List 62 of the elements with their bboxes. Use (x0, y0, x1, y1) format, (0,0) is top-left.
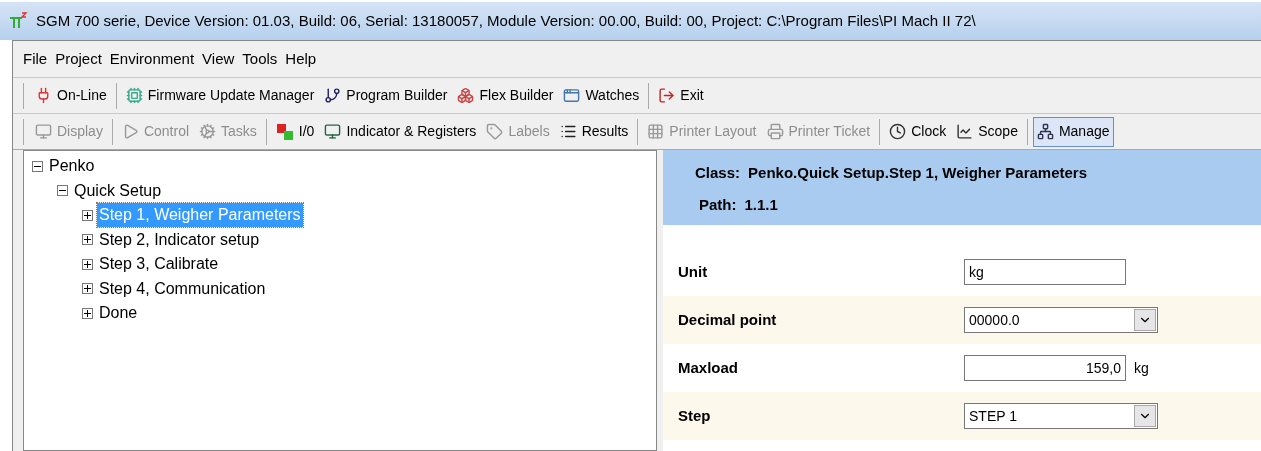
tree-item[interactable]: Step 4, Communication (97, 276, 268, 301)
tree-item[interactable]: Step 3, Calibrate (97, 252, 221, 277)
menu-item[interactable]: Project (55, 47, 102, 71)
collapse-icon[interactable] (32, 160, 43, 172)
window-title: SGM 700 serie, Device Version: 01.03, Build: 06, Serial: 13180057, Module Version: 00.00, Build: 00, Project: C:\Program Files\PI Mach II 72\ (36, 10, 976, 31)
toolbar-button[interactable]: Clock (885, 116, 951, 147)
chart-icon (956, 123, 974, 140)
toolbar-button[interactable]: Program Builder (320, 80, 452, 111)
toolbar-button[interactable]: I/0 (271, 116, 319, 147)
menu-item[interactable]: Environment (109, 47, 195, 71)
cubes-icon (457, 87, 475, 104)
class-value: Penko.Quick Setup.Step 1, Weigher Parameters (748, 163, 1088, 183)
menu-item[interactable]: Help (285, 47, 317, 71)
collapse-icon[interactable] (57, 185, 68, 197)
branch-icon (324, 87, 342, 104)
class-label: Class: (695, 163, 741, 183)
menu-item[interactable]: View (202, 47, 235, 71)
tag-icon (486, 123, 504, 140)
tree-item[interactable]: Done (97, 301, 140, 326)
property-label: Decimal point (678, 309, 778, 330)
toolbar-button[interactable]: On-Line (31, 80, 111, 111)
printer-icon (766, 123, 784, 140)
toolbar-button[interactable]: Results (555, 116, 633, 147)
toolbar-button[interactable]: Scope (952, 116, 1022, 147)
input-field[interactable]: kg (964, 259, 1126, 285)
gear-icon (199, 123, 217, 140)
expand-icon[interactable] (82, 283, 93, 295)
unit-label: kg (1134, 358, 1149, 378)
io-icon (275, 122, 294, 141)
menu-item[interactable]: File (23, 47, 48, 71)
chip-icon (125, 87, 143, 104)
dropdown[interactable]: STEP 1 (964, 403, 1158, 429)
monitor-icon (35, 123, 52, 140)
property-label: Step (678, 405, 712, 426)
path-value: 1.1.1 (744, 194, 778, 215)
tree-item[interactable]: Step 2, Indicator setup (97, 227, 262, 252)
toolbar-button[interactable]: Indicator & Registers (320, 116, 481, 147)
expand-icon[interactable] (82, 209, 93, 221)
clock-icon (889, 123, 907, 140)
window-icon (563, 87, 581, 104)
tree-icon (1036, 123, 1054, 140)
dropdown[interactable]: 00000.0 (964, 307, 1158, 333)
list-icon (559, 123, 577, 140)
display-icon (324, 123, 342, 140)
property-label: Maxload (678, 357, 739, 378)
toolbar-button[interactable]: Firmware Update Manager (121, 80, 319, 111)
expand-icon[interactable] (82, 307, 93, 319)
tree-item[interactable]: Penko (47, 154, 97, 179)
grid-icon (647, 123, 665, 140)
expand-icon[interactable] (82, 234, 93, 246)
expand-icon[interactable] (82, 258, 93, 270)
pi-logo-icon (8, 11, 28, 31)
toolbar-button[interactable]: Watches (559, 80, 644, 111)
input-field[interactable]: 159,0 (964, 355, 1126, 381)
path-label: Path: (699, 194, 737, 215)
toolbar-button[interactable]: Exit (654, 80, 708, 111)
property-label: Unit (678, 261, 709, 282)
exit-icon (658, 87, 676, 104)
toolbar-button[interactable]: Manage (1032, 116, 1114, 147)
toolbar-button[interactable]: Flex Builder (453, 80, 558, 111)
tree-item[interactable]: Quick Setup (72, 178, 164, 203)
menu-item[interactable]: Tools (242, 47, 278, 71)
